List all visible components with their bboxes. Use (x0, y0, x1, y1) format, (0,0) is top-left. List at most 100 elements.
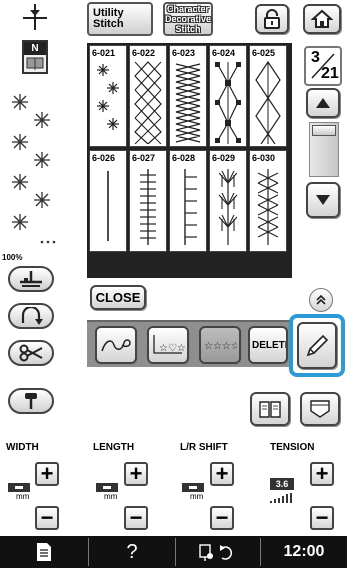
tension-plus-button[interactable]: + (310, 462, 334, 486)
tab-character-line2: Decorative (165, 14, 212, 24)
memory-button[interactable] (95, 326, 137, 364)
stitch-sample-icon: ☆♡☆ (153, 335, 185, 354)
pencil-icon (306, 334, 329, 356)
stitch-cell[interactable]: 6-028 (169, 150, 207, 252)
close-button[interactable]: CLOSE (90, 285, 146, 310)
scrollbar[interactable] (309, 122, 339, 177)
clock: 12:00 (283, 543, 325, 560)
tension-value: 3.6 (270, 478, 294, 490)
stitch-cell[interactable]: 6-022 (129, 45, 167, 147)
document-icon (37, 543, 51, 561)
lock-icon (264, 9, 280, 29)
stitch-cell[interactable]: 6-026 (89, 150, 127, 252)
needle-threader-button[interactable] (8, 388, 54, 414)
delete-button[interactable]: DELETE (248, 326, 288, 364)
lr-shift-minus-button[interactable]: − (210, 506, 234, 530)
expand-button[interactable] (309, 288, 333, 312)
presser-foot-letter: N (24, 42, 46, 55)
tab-character-decorative-stitch[interactable]: Character Decorative Stitch (163, 2, 213, 36)
tab-utility-line2: Stitch (93, 18, 124, 30)
width-unit: mm (16, 492, 30, 501)
stitch-cell[interactable]: 6-029 (209, 150, 247, 252)
stitch-code: 6-026 (92, 153, 116, 163)
stitch-code: 6-021 (92, 48, 116, 58)
stitch-straight-line-icon (107, 171, 109, 241)
length-plus-button[interactable]: + (124, 462, 148, 486)
presser-foot-lift-icon (20, 271, 42, 287)
stitch-crosses-icon (257, 169, 279, 245)
document-button[interactable] (0, 536, 88, 568)
stitch-code: 6-024 (212, 48, 236, 58)
needle-icon (25, 393, 37, 409)
stitch-ladder-icon (140, 169, 156, 245)
stitch-code: 6-022 (132, 48, 156, 58)
double-chevron-up-icon (316, 294, 326, 305)
scroll-down-button[interactable] (306, 182, 340, 218)
status-bar: ? 12:00 (0, 536, 347, 568)
stitch-comb-icon (184, 169, 197, 245)
book-icon (259, 401, 281, 418)
stitch-preview-icon (6, 90, 66, 250)
stitch-code: 6-030 (252, 153, 276, 163)
stitch-cell[interactable]: 6-023 (169, 45, 207, 147)
lr-shift-unit: mm (190, 492, 204, 501)
stitch-lattice-icon (134, 61, 162, 144)
stitch-zigzag-chain-icon (175, 63, 201, 143)
tab-utility-stitch[interactable]: Utility Stitch (87, 2, 153, 36)
needle-up-down-icon (21, 307, 43, 325)
help-button[interactable]: ? (89, 536, 175, 568)
stitch-hourglass-icon (215, 62, 241, 144)
stitch-code: 6-029 (212, 153, 236, 163)
settings-button[interactable] (176, 536, 260, 568)
length-indicator: mm (96, 483, 122, 507)
tension-minus-button[interactable]: − (310, 506, 334, 530)
pattern-stars-icon: ☆☆☆☆ (204, 341, 237, 352)
character-pattern-button[interactable]: ☆♡☆ (147, 326, 189, 364)
thread-cutter-button[interactable] (8, 340, 54, 366)
length-label: LENGTH (93, 442, 135, 453)
pocket-button[interactable] (300, 392, 340, 426)
width-indicator: mm (8, 483, 34, 507)
length-minus-button[interactable]: − (124, 506, 148, 530)
scrollbar-thumb[interactable] (312, 125, 336, 136)
manual-button[interactable] (250, 392, 290, 426)
triangle-up-icon (316, 98, 330, 108)
stitch-cell[interactable]: 6-030 (249, 150, 287, 252)
zoom-level: 100% (2, 253, 23, 262)
width-label: WIDTH (6, 442, 39, 453)
lr-shift-indicator: mm (182, 483, 208, 507)
thread-loop-icon (101, 339, 131, 352)
presser-foot-button[interactable] (8, 266, 54, 292)
tab-character-line3: Stitch (175, 24, 201, 34)
tension-indicator: 3.6 (270, 478, 300, 504)
length-unit: mm (104, 492, 118, 501)
triangle-down-icon (316, 195, 330, 205)
width-minus-button[interactable]: − (35, 506, 59, 530)
stitch-cell[interactable]: 6-024 (209, 45, 247, 147)
pattern-preview-button[interactable]: ☆☆☆☆ (199, 326, 241, 364)
presser-foot-icon: N (22, 40, 48, 74)
edit-button[interactable] (297, 322, 337, 369)
width-plus-button[interactable]: + (35, 462, 59, 486)
svg-text:☆☆☆☆: ☆☆☆☆ (204, 341, 237, 352)
home-icon (311, 9, 333, 28)
stitch-cell[interactable]: 6-025 (249, 45, 287, 147)
stitch-cell[interactable]: 6-021 (89, 45, 127, 147)
tension-label: TENSION (270, 442, 315, 453)
stitch-diamonds-icon (255, 60, 281, 144)
lock-button[interactable] (255, 4, 289, 34)
page-indicator: 3 21 (304, 46, 342, 86)
stitch-grid: 6-021 6-022 6-023 6-024 6-025 6-026 6-02… (87, 43, 292, 278)
stitch-code: 6-027 (132, 153, 156, 163)
tension-level-icon (270, 493, 292, 503)
stitch-code: 6-025 (252, 48, 276, 58)
lr-shift-plus-button[interactable]: + (210, 462, 234, 486)
stitch-code: 6-028 (172, 153, 196, 163)
home-button[interactable] (303, 4, 341, 34)
needle-position-button[interactable] (8, 303, 54, 329)
tab-character-line1: Character (166, 4, 210, 14)
needle-position-icon (18, 4, 52, 34)
scroll-up-button[interactable] (306, 88, 340, 118)
stitch-cell[interactable]: 6-027 (129, 150, 167, 252)
machine-settings-icon (199, 544, 232, 561)
